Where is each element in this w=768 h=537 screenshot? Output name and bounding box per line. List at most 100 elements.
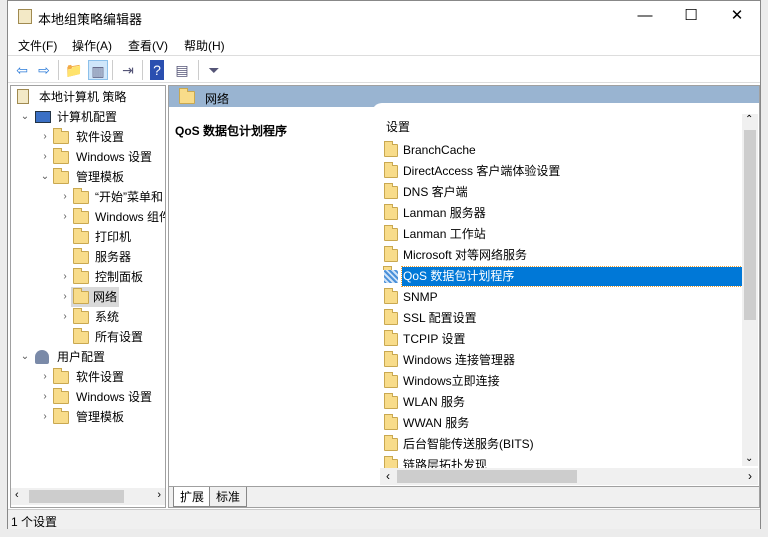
tree-item-label: 用户配置: [57, 350, 106, 364]
folder-icon: [179, 88, 195, 104]
setting-list-item[interactable]: TCPIP 设置: [372, 330, 742, 349]
setting-list-item[interactable]: Windows立即连接: [372, 372, 742, 391]
setting-label: SNMP: [403, 290, 438, 304]
toolbar-separator: [112, 60, 113, 80]
setting-list-item[interactable]: DirectAccess 客户端体验设置: [372, 162, 742, 181]
tree-item[interactable]: 本地计算机 策略: [11, 87, 165, 107]
export-list-icon[interactable]: ⇥: [118, 60, 138, 80]
folder-icon: [384, 141, 398, 157]
menu-bar: 文件(F) 操作(A) 查看(V) 帮助(H): [8, 33, 760, 55]
close-button[interactable]: ✕: [714, 1, 760, 31]
scroll-thumb[interactable]: [744, 130, 756, 320]
chevron-right-icon[interactable]: ›: [59, 307, 71, 327]
tree-item-label: 本地计算机 策略: [39, 90, 127, 104]
scroll-left-icon[interactable]: ‹: [15, 489, 19, 501]
scroll-left-icon[interactable]: ‹: [386, 469, 390, 483]
scroll-up-icon[interactable]: ⌃: [745, 114, 753, 125]
tree-item[interactable]: › 管理模板: [11, 407, 165, 427]
setting-list-item[interactable]: Lanman 工作站: [372, 225, 742, 244]
folder-icon: [384, 204, 398, 220]
toolbar: ⇦ ⇨ 📁 ▥ ⇥? ▤ ⏷: [8, 55, 760, 83]
tree-item[interactable]: › “开始”菜单和: [11, 187, 165, 207]
folder-icon: [384, 414, 398, 430]
tree-item[interactable]: › 控制面板: [11, 267, 165, 287]
tree-item[interactable]: › 系统: [11, 307, 165, 327]
tree-item-label: 系统: [95, 310, 120, 324]
scroll-thumb[interactable]: [397, 470, 577, 483]
setting-list-item[interactable]: Lanman 服务器: [372, 204, 742, 223]
chevron-right-icon[interactable]: ›: [39, 387, 51, 407]
tree-item[interactable]: › 网络: [11, 287, 165, 307]
setting-list-item[interactable]: WWAN 服务: [372, 414, 742, 433]
setting-list-item[interactable]: DNS 客户端: [372, 183, 742, 202]
list-horizontal-scrollbar[interactable]: ‹ ›: [380, 468, 758, 485]
tree-horizontal-scrollbar[interactable]: ‹ ›: [11, 488, 165, 505]
tree-item[interactable]: 打印机: [11, 227, 165, 247]
menu-help[interactable]: 帮助(H): [184, 37, 225, 54]
folder-icon: [53, 168, 69, 184]
chevron-right-icon[interactable]: ›: [39, 127, 51, 147]
folder-icon: [384, 225, 398, 241]
setting-label: Lanman 工作站: [403, 227, 486, 241]
setting-label: Microsoft 对等网络服务: [403, 248, 528, 262]
tree-item[interactable]: › 软件设置: [11, 127, 165, 147]
chevron-right-icon[interactable]: ›: [39, 407, 51, 427]
tree-item[interactable]: 所有设置: [11, 327, 165, 347]
chevron-down-icon[interactable]: ⌄: [19, 107, 31, 127]
setting-list-item[interactable]: BranchCache: [372, 141, 742, 160]
tree-item[interactable]: › 软件设置: [11, 367, 165, 387]
setting-list-item[interactable]: SNMP: [372, 288, 742, 307]
setting-list-item[interactable]: QoS 数据包计划程序: [372, 266, 743, 287]
forward-icon[interactable]: ⇨: [34, 60, 54, 80]
status-bar: 1 个设置: [8, 509, 760, 529]
app-icon: [18, 9, 32, 24]
back-icon[interactable]: ⇦: [12, 60, 32, 80]
show-hide-tree-icon[interactable]: ▥: [88, 60, 108, 80]
chevron-right-icon[interactable]: ›: [39, 367, 51, 387]
setting-list-item[interactable]: Microsoft 对等网络服务: [372, 246, 742, 265]
show-hide-action-pane-icon[interactable]: ▤: [172, 60, 192, 80]
tab-standard[interactable]: 标准: [209, 487, 248, 507]
tree-item[interactable]: ⌄ 管理模板: [11, 167, 165, 187]
title-bar: 本地组策略编辑器 — ☐ ✕: [8, 1, 760, 33]
folder-icon: [73, 308, 89, 324]
menu-action[interactable]: 操作(A): [72, 37, 112, 54]
list-vertical-scrollbar[interactable]: ⌃ ⌄: [742, 114, 758, 466]
minimize-button[interactable]: —: [622, 1, 668, 31]
scroll-right-icon[interactable]: ›: [157, 489, 161, 501]
setting-label: TCPIP 设置: [403, 332, 466, 346]
scroll-right-icon[interactable]: ›: [748, 469, 752, 483]
tree-item-label: 打印机: [95, 230, 132, 244]
chevron-down-icon[interactable]: ⌄: [19, 347, 31, 367]
chevron-down-icon[interactable]: ⌄: [39, 167, 51, 187]
tree-item-label: 计算机配置: [57, 110, 118, 124]
menu-view[interactable]: 查看(V): [128, 37, 168, 54]
help-icon[interactable]: ?: [150, 60, 164, 80]
column-header-setting[interactable]: 设置: [386, 118, 410, 135]
tree-item[interactable]: 服务器: [11, 247, 165, 267]
up-folder-icon[interactable]: 📁: [64, 60, 84, 80]
setting-list-item[interactable]: SSL 配置设置: [372, 309, 742, 328]
user-icon: [35, 350, 49, 364]
chevron-right-icon[interactable]: ›: [59, 187, 71, 207]
tree-item[interactable]: › Windows 设置: [11, 387, 165, 407]
maximize-button[interactable]: ☐: [668, 1, 714, 31]
scroll-thumb[interactable]: [29, 490, 124, 503]
chevron-right-icon[interactable]: ›: [59, 267, 71, 287]
menu-file[interactable]: 文件(F): [18, 37, 57, 54]
chevron-right-icon[interactable]: ›: [59, 287, 71, 307]
setting-list-item[interactable]: Windows 连接管理器: [372, 351, 742, 370]
setting-list-item[interactable]: 后台智能传送服务(BITS): [372, 435, 742, 454]
tree-item[interactable]: ⌄ 用户配置: [11, 347, 165, 367]
tree-item[interactable]: › Windows 组件: [11, 207, 165, 227]
folder-icon: [384, 330, 398, 346]
setting-list-item[interactable]: WLAN 服务: [372, 393, 742, 412]
tab-extended[interactable]: 扩展: [173, 487, 212, 507]
tree-item[interactable]: › Windows 设置: [11, 147, 165, 167]
chevron-right-icon[interactable]: ›: [59, 207, 71, 227]
tree-item[interactable]: ⌄ 计算机配置: [11, 107, 165, 127]
tree-item-label: 管理模板: [76, 410, 125, 424]
filter-icon[interactable]: ⏷: [204, 60, 224, 80]
scroll-down-icon[interactable]: ⌄: [745, 453, 753, 464]
chevron-right-icon[interactable]: ›: [39, 147, 51, 167]
